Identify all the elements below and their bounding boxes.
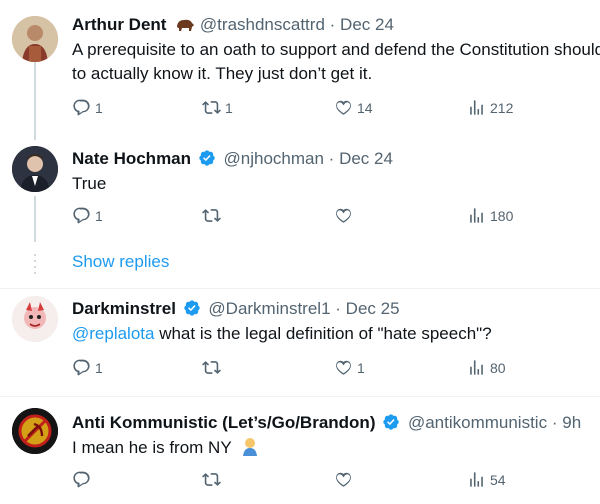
- retweet-icon: [202, 361, 221, 374]
- verified-icon: [199, 150, 215, 166]
- reply-count: 1: [95, 207, 103, 224]
- thread-dots: [34, 254, 36, 274]
- views-icon: [470, 208, 483, 223]
- views-count: 54: [490, 471, 506, 488]
- reply-button[interactable]: 1: [72, 358, 103, 377]
- like-button[interactable]: [334, 470, 357, 489]
- reply-count: 1: [95, 99, 103, 116]
- reply-button[interactable]: 1: [72, 98, 103, 117]
- reply-icon: [73, 207, 90, 224]
- like-button[interactable]: [334, 206, 357, 225]
- views-button[interactable]: 54: [467, 470, 506, 489]
- action-bar: 1 1 14 212: [72, 98, 592, 122]
- show-replies-link[interactable]: Show replies: [72, 252, 169, 272]
- bison-emoji-icon: [175, 17, 195, 39]
- avatar[interactable]: [12, 146, 58, 192]
- handle[interactable]: @njhochman: [224, 149, 324, 168]
- avatar[interactable]: [12, 16, 58, 62]
- person-emoji-icon: [240, 436, 260, 463]
- retweet-button[interactable]: [202, 470, 225, 489]
- thread-line: [34, 196, 36, 242]
- like-button[interactable]: 14: [334, 98, 373, 117]
- views-icon: [470, 100, 483, 115]
- tweet-text: A prerequisite to an oath to support and…: [72, 38, 600, 86]
- like-icon: [336, 360, 351, 375]
- verified-icon: [383, 414, 399, 430]
- views-button[interactable]: 80: [467, 358, 506, 377]
- views-count: 212: [490, 99, 514, 116]
- separator-dot: ·: [335, 299, 341, 318]
- like-count: 14: [357, 99, 373, 116]
- action-bar: 1 180: [72, 206, 592, 230]
- views-icon: [470, 360, 483, 375]
- retweet-icon: [202, 473, 221, 486]
- like-button[interactable]: 1: [334, 358, 365, 377]
- avatar[interactable]: [12, 296, 58, 342]
- action-bar: 1 1 80: [72, 358, 592, 382]
- tweet-text-line-1: A prerequisite to an oath to support and…: [72, 40, 600, 59]
- display-name[interactable]: Darkminstrel: [72, 299, 176, 318]
- verified-icon: [183, 300, 200, 316]
- handle[interactable]: @antikommunistic: [408, 413, 547, 432]
- retweet-button[interactable]: [202, 358, 225, 377]
- reply-button[interactable]: 1: [72, 206, 103, 225]
- retweet-button[interactable]: 1: [202, 98, 233, 117]
- reply-icon: [73, 471, 90, 488]
- retweet-count: 1: [225, 99, 233, 116]
- views-count: 80: [490, 359, 506, 376]
- like-icon: [336, 472, 351, 487]
- display-name[interactable]: Anti Kommunistic (Let’s/Go/Brandon): [72, 413, 375, 432]
- retweet-button[interactable]: [202, 206, 225, 225]
- tweet-text: I mean he is from NY: [72, 436, 260, 463]
- tweet-text-line-2: to actually know it. They just don’t get…: [72, 64, 373, 83]
- handle[interactable]: @Darkminstrel1: [208, 299, 330, 318]
- mention-link[interactable]: @replalota: [72, 324, 154, 343]
- timestamp[interactable]: Dec 24: [340, 15, 394, 34]
- reply-count: 1: [95, 359, 103, 376]
- like-icon: [336, 100, 351, 115]
- avatar[interactable]: [12, 408, 58, 454]
- timestamp[interactable]: Dec 24: [339, 149, 393, 168]
- display-name[interactable]: Arthur Dent: [72, 15, 166, 34]
- reply-icon: [73, 359, 90, 376]
- like-count: 1: [357, 359, 365, 376]
- separator-dot: ·: [328, 149, 335, 168]
- tweet-text: True: [72, 174, 107, 193]
- timestamp[interactable]: 9h: [562, 413, 581, 432]
- separator-dot: ·: [329, 15, 336, 34]
- tweet-text-content: I mean he is from NY: [72, 438, 232, 457]
- handle[interactable]: @trashdnscattrd: [200, 15, 325, 34]
- tweet-text: @replalota what is the legal definition …: [72, 322, 492, 346]
- tweet-text-content: what is the legal definition of "hate sp…: [154, 324, 492, 343]
- reply-button[interactable]: [72, 470, 95, 489]
- action-bar: 54: [72, 470, 592, 494]
- retweet-icon: [202, 101, 221, 114]
- views-count: 180: [490, 207, 514, 224]
- divider: [0, 396, 600, 397]
- display-name[interactable]: Nate Hochman: [72, 149, 191, 168]
- retweet-icon: [202, 209, 221, 222]
- separator-dot: ·: [551, 413, 558, 432]
- views-button[interactable]: 180: [467, 206, 513, 225]
- views-icon: [470, 472, 483, 487]
- timestamp[interactable]: Dec 25: [346, 299, 400, 318]
- reply-icon: [73, 99, 90, 116]
- thread-line: [34, 62, 36, 140]
- views-button[interactable]: 212: [467, 98, 513, 117]
- divider: [0, 288, 600, 289]
- like-icon: [336, 208, 351, 223]
